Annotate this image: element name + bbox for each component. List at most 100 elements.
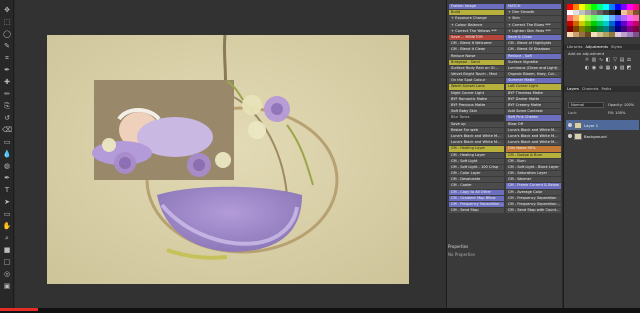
action-button[interactable]: CM - Soft Light xyxy=(449,158,504,164)
pen-tool-icon[interactable]: ✒ xyxy=(2,174,12,182)
action-button[interactable]: + Skin xyxy=(506,16,561,22)
action-button[interactable]: Build xyxy=(449,10,504,16)
action-button[interactable]: CM - Desaturate xyxy=(449,177,504,183)
color-swatch[interactable] xyxy=(633,31,639,37)
background-color-icon[interactable]: □ xyxy=(2,258,12,266)
layer-row-layer-1[interactable]: Layer 1 xyxy=(566,120,639,130)
action-button[interactable]: CM - Frame Current & Below xyxy=(506,183,561,189)
invert-icon[interactable]: ◑ xyxy=(612,65,618,71)
posterize-icon[interactable]: ▨ xyxy=(619,65,625,71)
color-balance-icon[interactable]: ⚖ xyxy=(626,57,632,63)
action-button[interactable]: Surface Rudy Rain on Gl... xyxy=(449,65,504,72)
curves-icon[interactable]: ∿ xyxy=(598,57,604,63)
action-button[interactable]: CM - Average Color xyxy=(506,189,561,195)
action-button[interactable]: Save & Close xyxy=(506,34,561,41)
photo-filter-icon[interactable]: ◉ xyxy=(591,65,597,71)
action-button[interactable]: On the Spot Colour xyxy=(449,78,504,84)
action-button[interactable]: Save ... MONITOR xyxy=(449,34,504,41)
action-button[interactable]: CM - Burn xyxy=(506,158,561,164)
tab-libraries[interactable]: Libraries xyxy=(567,44,583,50)
action-button[interactable]: Blow Off xyxy=(506,121,561,127)
action-button[interactable]: Luna's Black and White M... xyxy=(449,140,504,146)
action-button[interactable]: BYF Timeless Matte xyxy=(506,90,561,96)
action-button[interactable]: MATCH xyxy=(506,4,561,10)
action-button[interactable]: CM - Soft Light - 100 Crisp xyxy=(449,164,504,171)
layer-row-background[interactable]: Background xyxy=(566,131,639,141)
tab-channels[interactable]: Channels xyxy=(582,86,599,92)
crop-tool-icon[interactable]: ⌗ xyxy=(2,54,12,62)
action-button[interactable]: Dim Noise 90% xyxy=(506,146,561,152)
action-button[interactable]: BYF Precious Matte xyxy=(449,103,504,109)
action-button[interactable]: + Correct The Blues *** xyxy=(506,22,561,28)
action-button[interactable]: Summer Matte xyxy=(506,78,561,84)
action-button[interactable]: + Correct The Yellows *** xyxy=(449,28,504,34)
action-button[interactable]: Luminous (Clean and Light) xyxy=(506,65,561,72)
eraser-tool-icon[interactable]: ⌫ xyxy=(2,126,12,134)
brush-tool-icon[interactable]: ✏ xyxy=(2,90,12,98)
action-button[interactable]: Save up xyxy=(449,121,504,127)
screen-mode-icon[interactable]: ▣ xyxy=(2,282,12,290)
lasso-tool-icon[interactable]: ◯ xyxy=(2,30,12,38)
blend-mode-select[interactable]: Normal xyxy=(568,102,604,108)
action-button[interactable]: CM - Gradient Map Bflow xyxy=(449,195,504,201)
color-lookup-icon[interactable]: ▦ xyxy=(605,65,611,71)
visibility-eye-icon[interactable] xyxy=(568,134,572,138)
action-button[interactable]: BYF Romantic Matte xyxy=(449,96,504,102)
action-button[interactable]: Luna's Black and White M... xyxy=(506,127,561,133)
hue-saturation-icon[interactable]: ▤ xyxy=(619,57,625,63)
action-button[interactable]: CM - Blend of Highlights xyxy=(506,41,561,47)
path-select-tool-icon[interactable]: ➤ xyxy=(2,198,12,206)
tab-layers[interactable]: Layers xyxy=(567,86,579,92)
action-button[interactable]: CM - Soft Light - Black Layer xyxy=(506,164,561,171)
quick-select-tool-icon[interactable]: ✎ xyxy=(2,42,12,50)
action-button[interactable]: CM - Frequency Separation xyxy=(506,195,561,201)
action-button[interactable]: Soft Pink Cheeks xyxy=(506,115,561,121)
action-button[interactable]: CM - Healing Layer xyxy=(449,152,504,158)
document-canvas-area[interactable] xyxy=(15,0,446,308)
action-button[interactable]: CM - Warmer xyxy=(506,177,561,183)
action-button[interactable]: Luna's Black and White M... xyxy=(506,133,561,140)
action-button[interactable]: Add Some Contrast xyxy=(506,109,561,115)
hand-tool-icon[interactable]: ✋ xyxy=(2,222,12,230)
fill-field[interactable]: Fill: 100% xyxy=(608,110,625,116)
tab-adjustments[interactable]: Adjustments xyxy=(586,44,609,50)
action-button[interactable]: Soft Baby Skin xyxy=(449,109,504,115)
dodge-tool-icon[interactable]: ◍ xyxy=(2,162,12,170)
action-button[interactable]: CM - Frequency Separation... xyxy=(506,202,561,208)
action-button[interactable]: + Exposure Change xyxy=(449,16,504,22)
action-button[interactable]: + Dim Smooth xyxy=(506,10,561,16)
action-button[interactable]: Night Corner Light xyxy=(449,90,504,96)
action-button[interactable]: Resize For web xyxy=(449,127,504,133)
newborn-composite-photo[interactable] xyxy=(47,35,409,284)
healing-tool-icon[interactable]: ✚ xyxy=(2,78,12,86)
action-button[interactable]: Velvet Bright Touch - Med xyxy=(449,72,504,78)
levels-icon[interactable]: ▥ xyxy=(591,57,597,63)
action-button[interactable]: BYF Darker Matte xyxy=(506,96,561,102)
visibility-eye-icon[interactable] xyxy=(568,123,572,127)
gradient-tool-icon[interactable]: ▭ xyxy=(2,138,12,146)
action-button[interactable]: Luna's Black and White M... xyxy=(506,140,561,146)
type-tool-icon[interactable]: T xyxy=(2,186,12,194)
action-button[interactable]: CM - Cooler xyxy=(449,183,504,189)
foreground-color-icon[interactable]: ■ xyxy=(2,246,12,254)
action-button[interactable]: CM - Copy to All Other xyxy=(449,189,504,195)
blur-tool-icon[interactable]: 💧 xyxy=(2,150,12,158)
action-button[interactable]: Loft Corner Light xyxy=(506,84,561,90)
action-button[interactable]: BYF Creamy Matte xyxy=(506,103,561,109)
action-button[interactable]: CM - Frequency Separation... xyxy=(449,202,504,208)
action-button[interactable]: CM - Healing Layer xyxy=(449,146,504,152)
action-button[interactable]: CM - Blend it Clean xyxy=(449,47,504,53)
shape-tool-icon[interactable]: ▭ xyxy=(2,210,12,218)
zoom-tool-icon[interactable]: ⌕ xyxy=(2,234,12,242)
channel-mixer-icon[interactable]: ⊕ xyxy=(598,65,604,71)
brightness-contrast-icon[interactable]: ☼ xyxy=(584,57,590,63)
action-button[interactable]: CM - Saturation Layer xyxy=(506,171,561,177)
clone-stamp-tool-icon[interactable]: ⎘ xyxy=(2,102,12,110)
action-button[interactable]: Reduce - Soft xyxy=(506,53,561,59)
action-button[interactable]: CM - Blend Of Shadows xyxy=(506,47,561,53)
marquee-tool-icon[interactable]: ⬚ xyxy=(2,18,12,26)
history-brush-tool-icon[interactable]: ↺ xyxy=(2,114,12,122)
action-button[interactable]: Bridgepe - Sand xyxy=(449,59,504,65)
action-button[interactable]: + Lighten Skin Reds *** xyxy=(506,28,561,34)
tab-paths[interactable]: Paths xyxy=(602,86,612,92)
